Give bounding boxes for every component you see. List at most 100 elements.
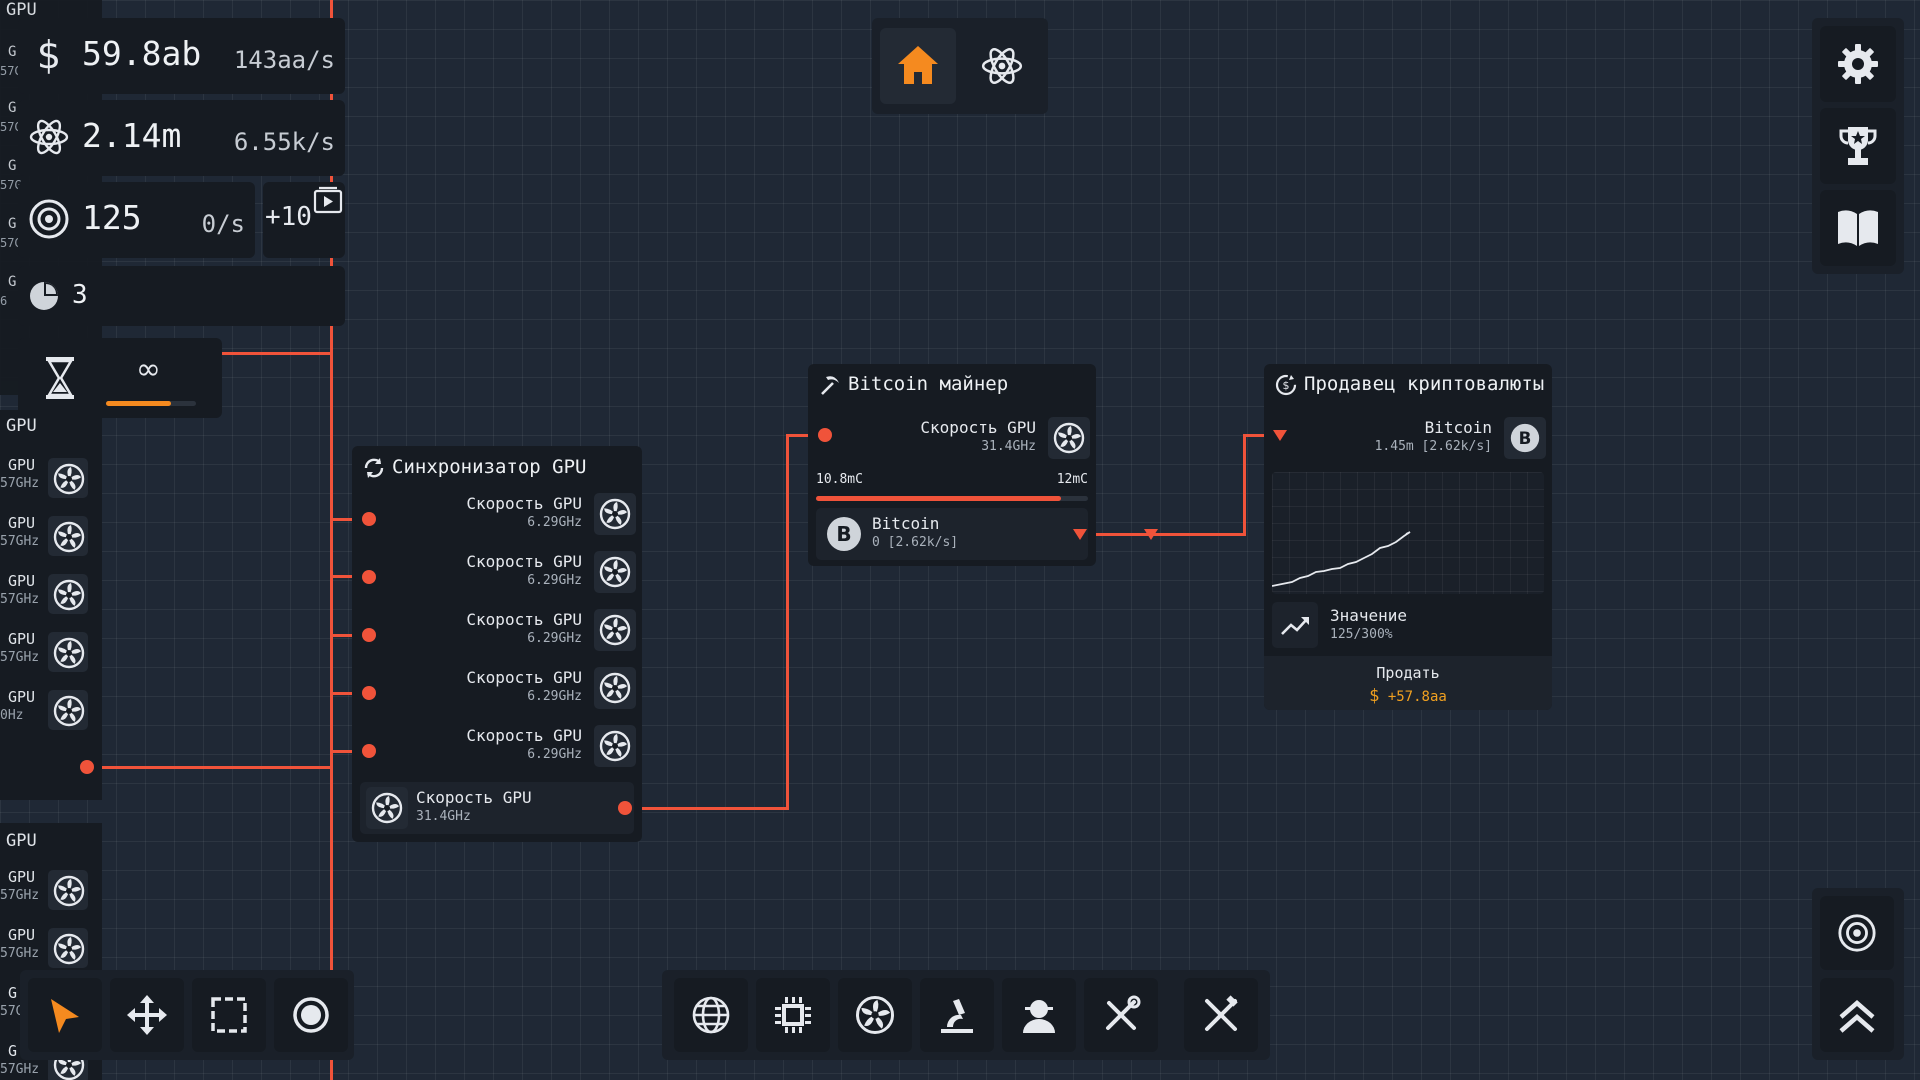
left-gpu-item[interactable]: GPU 57GHz bbox=[0, 508, 102, 564]
sync-output-port[interactable] bbox=[618, 801, 632, 815]
left-gpu-label: GPU bbox=[8, 514, 36, 532]
left-gpu-label: GPU bbox=[8, 572, 36, 590]
left-top-freq: 6 bbox=[0, 294, 8, 308]
circle-tool[interactable] bbox=[274, 978, 348, 1052]
sync-input-slot: Скорость GPU 6.29GHz bbox=[352, 604, 642, 656]
fan-icon bbox=[599, 730, 631, 762]
achievements-button[interactable] bbox=[1820, 108, 1896, 184]
target-button[interactable] bbox=[1820, 896, 1894, 970]
seller-input-port[interactable] bbox=[1273, 430, 1287, 441]
hourglass-icon bbox=[46, 357, 74, 399]
left-gpu-label: G bbox=[8, 984, 18, 1002]
build-worker[interactable] bbox=[1002, 978, 1076, 1052]
token-icon bbox=[29, 199, 69, 239]
timer-panel[interactable]: ∞ bbox=[18, 338, 222, 418]
settings-button[interactable] bbox=[1820, 26, 1896, 102]
sync-input-label: Скорость GPU bbox=[466, 494, 582, 513]
circle-icon bbox=[293, 997, 329, 1033]
left-gpu-item[interactable]: GPU 57GHz bbox=[0, 920, 102, 976]
left-gpu-item[interactable]: GPU 57GHz bbox=[0, 566, 102, 622]
left-gpu-label: GPU bbox=[8, 630, 36, 648]
research-rate: 6.55k/s bbox=[233, 128, 335, 156]
money-rate: 143aa/s bbox=[233, 46, 335, 74]
sync-output-value: 31.4GHz bbox=[416, 809, 471, 824]
build-demolish[interactable] bbox=[1184, 978, 1258, 1052]
chip-icon bbox=[775, 997, 811, 1033]
chevrons-up-icon bbox=[1839, 1000, 1875, 1033]
gpu-slot-icon bbox=[594, 609, 636, 651]
select-box-tool[interactable] bbox=[192, 978, 266, 1052]
crypto-seller-node[interactable]: $ Продавец криптовалюты Bitcoin 1.45m [2… bbox=[1264, 364, 1552, 710]
left-gpu-item[interactable]: GPU 57GHz bbox=[0, 862, 102, 918]
gpu-slot-icon bbox=[594, 667, 636, 709]
pointer-tool[interactable] bbox=[28, 978, 102, 1052]
build-tools[interactable] bbox=[1084, 978, 1158, 1052]
miner-input-value: 31.4GHz bbox=[981, 439, 1036, 454]
left-gpu-item[interactable]: GPU 57GHz bbox=[0, 624, 102, 680]
home-tab[interactable] bbox=[880, 28, 956, 104]
upgrade-button[interactable] bbox=[1820, 978, 1894, 1052]
sync-input-label: Скорость GPU bbox=[466, 610, 582, 629]
build-gpu[interactable] bbox=[838, 978, 912, 1052]
tokens-rate: 0/s bbox=[201, 210, 245, 238]
guide-button[interactable] bbox=[1820, 190, 1896, 266]
move-tool[interactable] bbox=[110, 978, 184, 1052]
right-menu bbox=[1812, 18, 1904, 274]
left-gpu-freq: 0Hz bbox=[0, 708, 24, 723]
build-research[interactable] bbox=[920, 978, 994, 1052]
research-tab[interactable] bbox=[964, 28, 1040, 104]
gpu-sync-node[interactable]: Синхронизатор GPU Скорость GPU 6.29GHz С… bbox=[352, 446, 642, 842]
build-bar bbox=[662, 970, 1270, 1060]
sell-button[interactable]: Продать $ +57.8aa bbox=[1264, 656, 1552, 710]
sync-output-label: Скорость GPU bbox=[416, 788, 532, 807]
build-cpu[interactable] bbox=[756, 978, 830, 1052]
miner-progress-target: 12mC bbox=[1056, 472, 1088, 487]
bottom-right-menu bbox=[1812, 888, 1904, 1060]
left-gpu-freq: 57GHz bbox=[0, 650, 40, 665]
sync-input-port[interactable] bbox=[362, 628, 376, 642]
miner-progress-current: 10.8mC bbox=[816, 472, 863, 487]
left-gpu-freq: 57GHz bbox=[0, 476, 40, 491]
left-gpu-item[interactable]: GPU 57GHz bbox=[0, 450, 102, 506]
fan-icon bbox=[599, 556, 631, 588]
sync-input-port[interactable] bbox=[362, 686, 376, 700]
miner-input-port[interactable] bbox=[818, 428, 832, 442]
wire-left-out bbox=[88, 766, 333, 769]
miner-input-slot: Скорость GPU 31.4GHz bbox=[808, 412, 1096, 464]
sync-input-port[interactable] bbox=[362, 570, 376, 584]
gpu-slot-icon bbox=[48, 516, 88, 556]
sync-input-slot: Скорость GPU 6.29GHz bbox=[352, 546, 642, 598]
seller-input-label: Bitcoin bbox=[1424, 418, 1492, 437]
gpu-slot-icon bbox=[48, 458, 88, 498]
svg-text:B: B bbox=[836, 522, 851, 546]
bitcoin-miner-node[interactable]: Bitcoin майнер Скорость GPU 31.4GHz 10.8… bbox=[808, 364, 1096, 566]
dollar-icon: $ bbox=[37, 34, 61, 76]
left-gpu-freq: 57GHz bbox=[0, 888, 40, 903]
gpu-slot-icon bbox=[594, 493, 636, 535]
watch-ad-button[interactable]: +10 bbox=[263, 182, 345, 258]
microscope-icon bbox=[941, 999, 973, 1033]
left-gpu-item[interactable]: GPU 0Hz bbox=[0, 682, 102, 738]
build-network[interactable] bbox=[674, 978, 748, 1052]
miner-output-port[interactable] bbox=[1073, 529, 1087, 540]
research-panel: 2.14m 6.55k/s bbox=[18, 100, 345, 176]
home-icon bbox=[898, 46, 938, 84]
left-gpu-label: GPU bbox=[8, 926, 36, 944]
sync-input-port[interactable] bbox=[362, 512, 376, 526]
left-top-label: G bbox=[8, 274, 17, 290]
fan-icon bbox=[53, 463, 85, 495]
miner-input-label: Скорость GPU bbox=[920, 418, 1036, 437]
fan-icon bbox=[599, 498, 631, 530]
left-top-label: G bbox=[8, 158, 17, 174]
pie-value: 3 bbox=[72, 280, 88, 310]
left-output-port[interactable] bbox=[80, 760, 94, 774]
timer-bar bbox=[106, 401, 196, 406]
left-top-label: G bbox=[8, 216, 17, 232]
atom-icon bbox=[29, 119, 69, 155]
wire-sync-out-v bbox=[786, 434, 789, 810]
sync-input-value: 6.29GHz bbox=[527, 631, 582, 646]
left-gpu-label: GPU bbox=[8, 868, 36, 886]
worker-icon bbox=[1023, 1000, 1055, 1033]
gpu-slot-icon bbox=[594, 725, 636, 767]
sync-input-port[interactable] bbox=[362, 744, 376, 758]
